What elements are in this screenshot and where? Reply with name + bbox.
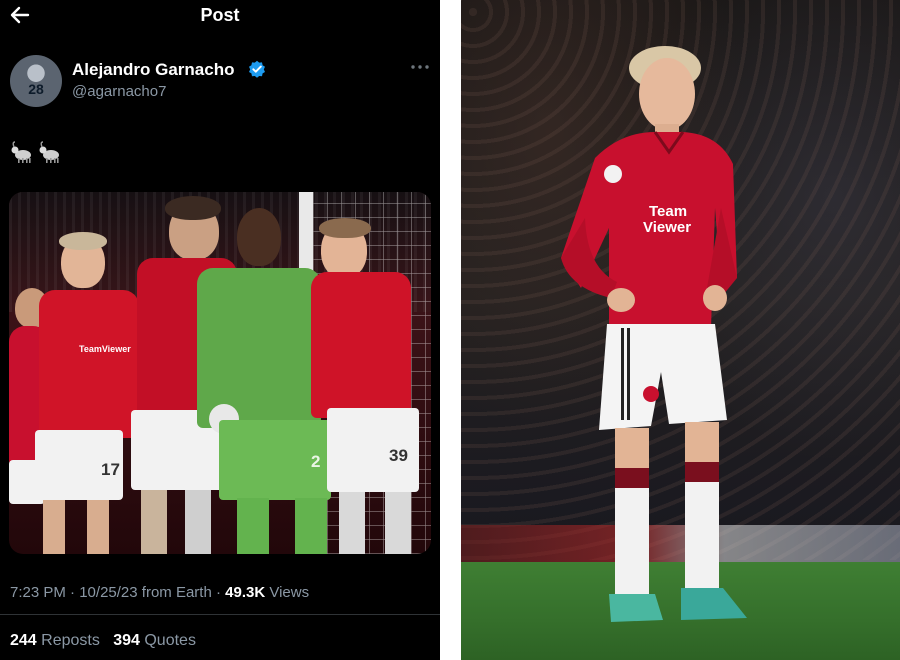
quotes-count: 394 [113,632,140,649]
views-count: 49.3K [225,584,266,601]
top-bar: Post [0,0,440,30]
reposts-link[interactable]: 244 Reposts [10,632,100,649]
player-figure: Team Viewer [561,46,747,622]
reposts-count: 244 [10,632,37,649]
author-handle[interactable]: @agarnacho7 [72,83,166,100]
tweet-body-text [11,141,59,163]
goat-emoji [39,141,59,163]
player-photo: Team Viewer [461,0,900,660]
tweet-media-photo[interactable]: TeamViewer 17 2 39 [9,192,431,554]
shirt-number: 17 [101,460,120,479]
engagement-stats: 244 Reposts 394 Quotes [10,632,196,650]
tweet-meta: 7:23 PM · 10/25/23 from Earth · 49.3K Vi… [10,584,310,601]
tweet-date: 10/25/23 [79,584,138,601]
shirt-sponsor: TeamViewer [79,344,131,354]
divider [0,614,440,615]
author-name[interactable]: Alejandro Garnacho [72,60,234,80]
views-label: Views [269,584,310,601]
quotes-link[interactable]: 394 Quotes [113,632,196,649]
tweet-screenshot: Post 28 Alejandro Garnacho @agarnacho7 T… [0,0,440,660]
tweet-source: from Earth [141,584,212,601]
goat-emoji [11,141,31,163]
avatar[interactable]: 28 [10,55,62,107]
shirt-number: 39 [389,446,408,465]
avatar-number: 28 [28,81,44,97]
reposts-label: Reposts [41,632,100,649]
svg-text:Team: Team [649,203,687,220]
svg-text:Viewer: Viewer [643,219,691,236]
shirt-number: 2 [311,452,321,471]
page-title: Post [200,5,240,25]
quotes-label: Quotes [144,632,196,649]
more-icon[interactable] [408,58,432,76]
tweet-time: 7:23 PM [10,584,66,601]
verified-badge-icon [249,60,265,78]
